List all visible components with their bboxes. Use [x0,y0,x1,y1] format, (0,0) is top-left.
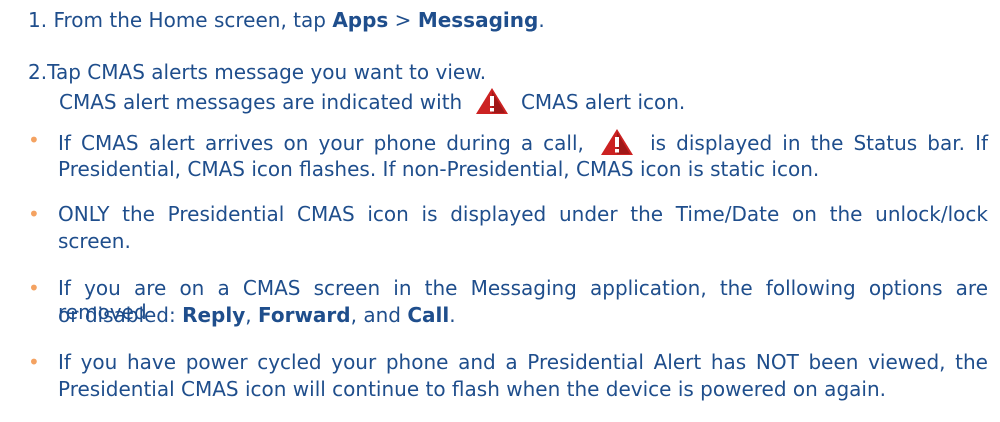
reply-label: Reply [182,303,246,327]
period: . [538,8,545,32]
bullet-4-line-1: If you have power cycled your phone and … [58,350,988,374]
call-label: Call [407,303,450,327]
bullet-4-line-2: Presidential CMAS icon will continue to … [58,377,886,401]
bullet-marker: • [28,128,40,152]
and-text: , and [350,303,408,327]
bullet-marker: • [28,350,40,374]
bullet-2-line-2: screen. [58,229,131,253]
bullet-1-line-1: If CMAS alert arrives on your phone duri… [58,128,988,156]
apps-label: Apps [332,8,389,32]
step-2-number: 2. [28,60,48,84]
step-1-number: 1. [28,8,48,32]
bullet-3-pre: or disabled: [58,303,183,327]
bullet-1-pre: If CMAS alert arrives on your phone duri… [58,131,584,155]
separator: > [388,8,418,32]
bullet-1-post: is displayed in the Status bar. If [650,131,989,155]
bullet-2-line-1: ONLY the Presidential CMAS icon is displ… [58,202,988,226]
step-2-line-1: Tap CMAS alerts message you want to view… [47,60,487,84]
step-2-line-2-post: CMAS alert icon. [520,90,686,114]
instruction-page: 1. From the Home screen, tap Apps > Mess… [0,0,1000,422]
bullet-3-line-2: or disabled: Reply, Forward, and Call. [58,303,988,327]
step-2: 2.Tap CMAS alerts message you want to vi… [28,60,1000,84]
messaging-label: Messaging [417,8,539,32]
step-1-text: From the Home screen, tap [47,8,333,32]
bullet-marker: • [28,202,40,226]
step-2-line-2: CMAS alert messages are indicated with C… [59,87,1000,115]
period: . [449,303,456,327]
forward-label: Forward [258,303,351,327]
bullet-marker: • [28,276,40,300]
bullet-1-line-2: Presidential, CMAS icon flashes. If non-… [58,157,820,181]
comma: , [245,303,258,327]
step-2-line-2-pre: CMAS alert messages are indicated with [59,90,463,114]
cmas-alert-icon [475,88,508,114]
step-1: 1. From the Home screen, tap Apps > Mess… [28,8,1000,32]
cmas-alert-icon [601,129,634,155]
